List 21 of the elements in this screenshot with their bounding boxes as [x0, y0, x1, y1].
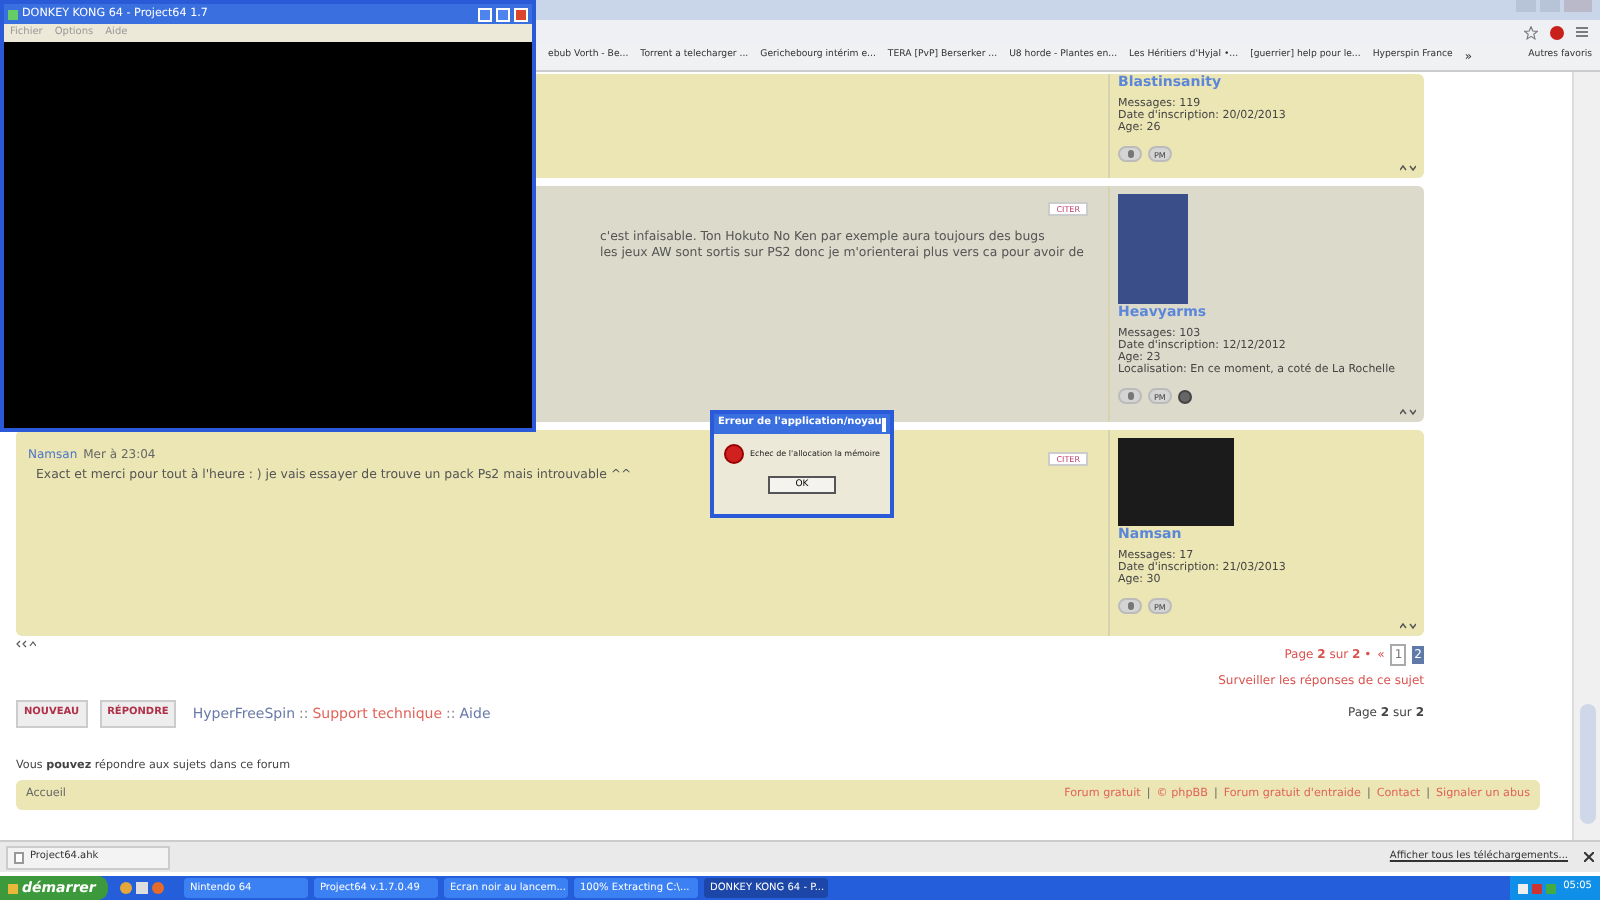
- close-icon[interactable]: [1584, 852, 1594, 862]
- error-icon: [724, 444, 744, 464]
- extension-icon[interactable]: [1550, 25, 1564, 39]
- up-down-arrows-icon[interactable]: [1400, 164, 1416, 172]
- star-icon[interactable]: [1524, 25, 1538, 39]
- up-down-arrows-icon[interactable]: [1400, 622, 1416, 630]
- close-button[interactable]: [514, 7, 528, 21]
- profile-icon[interactable]: [1118, 598, 1142, 614]
- profile-icon[interactable]: [1118, 146, 1142, 162]
- file-icon: [14, 851, 24, 863]
- menu-icon[interactable]: [1576, 26, 1588, 38]
- up-down-arrows-icon[interactable]: [1400, 408, 1416, 416]
- maximize-button[interactable]: [496, 7, 510, 21]
- app-icon: [8, 9, 18, 19]
- nav-arrows-icon[interactable]: [16, 640, 36, 648]
- browser-icon[interactable]: [120, 882, 132, 894]
- windows-logo-icon: [8, 883, 18, 893]
- close-button[interactable]: [881, 417, 886, 431]
- globe-icon[interactable]: [1177, 389, 1192, 403]
- profile-icon[interactable]: [1118, 388, 1142, 404]
- minimize-button[interactable]: [478, 7, 492, 21]
